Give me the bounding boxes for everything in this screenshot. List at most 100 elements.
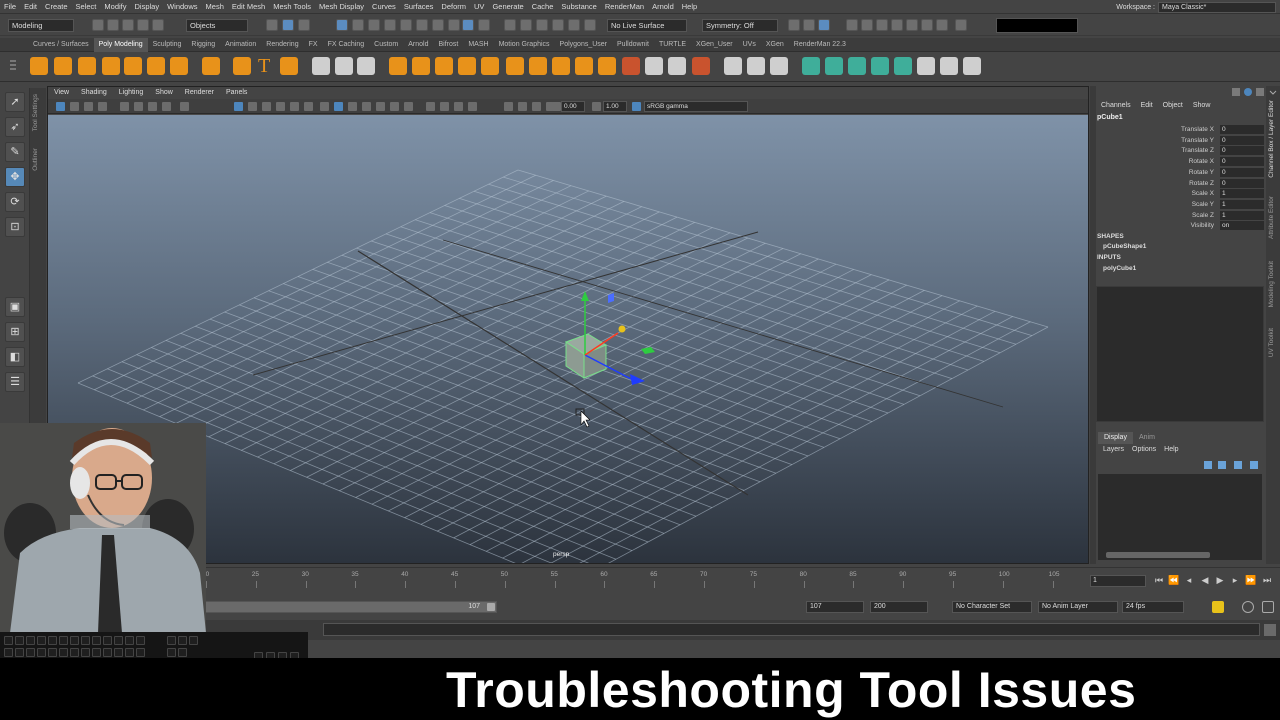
hierarchy-mode-icon[interactable] [266, 19, 278, 31]
animation-preferences-icon[interactable] [1242, 601, 1254, 613]
wireframe-icon[interactable] [320, 102, 329, 111]
shelf-tab-animation[interactable]: Animation [220, 38, 261, 52]
tab-attribute-editor[interactable]: Attribute Editor [1268, 196, 1275, 239]
shelf-tab-motion-graphics[interactable]: Motion Graphics [494, 38, 555, 52]
animation-end-field[interactable]: 200 [870, 601, 928, 613]
shelf-tab-xgen-user[interactable]: XGen_User [691, 38, 738, 52]
component-mode-icon[interactable] [298, 19, 310, 31]
uv-editor-icon[interactable] [894, 57, 912, 75]
menu-uv[interactable]: UV [470, 0, 488, 13]
playblast-icon[interactable] [134, 102, 143, 111]
attribute-row[interactable]: Rotate Y 0 [1096, 167, 1266, 178]
ipr-render-icon[interactable] [876, 19, 888, 31]
insert-edge-loop-icon[interactable] [668, 57, 686, 75]
current-frame-field[interactable]: 1 [1090, 575, 1146, 587]
range-handle[interactable] [487, 603, 495, 611]
panel-menu-show[interactable]: Show [149, 87, 179, 99]
slide-edge-icon[interactable] [770, 57, 788, 75]
shelf-tab-polygons-user[interactable]: Polygons_User [555, 38, 612, 52]
select-camera-icon[interactable] [56, 102, 65, 111]
extrude-icon[interactable] [506, 57, 524, 75]
exposure-icon[interactable] [552, 102, 561, 111]
safe-title-icon[interactable] [304, 102, 313, 111]
attribute-value[interactable]: 0 [1220, 146, 1264, 156]
channel-box-layout-icon[interactable] [1256, 88, 1264, 96]
new-layer-selected-icon[interactable] [1250, 461, 1258, 469]
shelf-tab-pulldownit[interactable]: Pulldownit [612, 38, 654, 52]
menu-create[interactable]: Create [41, 0, 72, 13]
resolution-gate-icon[interactable] [248, 102, 257, 111]
snap-curve-icon[interactable] [520, 19, 532, 31]
gate-mask-icon[interactable] [262, 102, 271, 111]
menu-substance[interactable]: Substance [557, 0, 600, 13]
expand-panel-icon[interactable] [1266, 88, 1280, 98]
color-management-icon[interactable] [632, 102, 641, 111]
attribute-row[interactable]: Rotate X 0 [1096, 157, 1266, 167]
field-chart-icon[interactable] [276, 102, 285, 111]
grease-pencil-icon[interactable] [148, 102, 157, 111]
layer-scrollbar[interactable] [1106, 552, 1210, 558]
menu-arnold[interactable]: Arnold [648, 0, 678, 13]
selection-mode-dropdown[interactable]: Objects [186, 19, 248, 32]
undo-icon[interactable] [137, 19, 149, 31]
tab-tool-settings[interactable]: Tool Settings [32, 94, 39, 131]
shelf-tab-bifrost[interactable]: Bifrost [434, 38, 464, 52]
live-surface-field[interactable]: No Live Surface [607, 19, 687, 32]
input-node[interactable]: polyCube1 [1103, 265, 1136, 272]
mirror-icon[interactable] [357, 57, 375, 75]
single-perspective-layout-icon[interactable]: ▣ [5, 297, 25, 317]
film-gate-icon[interactable] [234, 102, 243, 111]
panel-menu-panels[interactable]: Panels [220, 87, 253, 99]
step-back-frame-icon[interactable]: ◂ [1184, 575, 1194, 585]
xray-icon[interactable] [518, 102, 527, 111]
exposure-field[interactable]: 0.00 [561, 101, 585, 112]
character-set-dropdown[interactable]: No Character Set [952, 601, 1032, 613]
tab-outliner[interactable]: Outliner [32, 148, 39, 171]
attribute-value[interactable]: 0 [1220, 178, 1264, 188]
append-polygon-icon[interactable] [622, 57, 640, 75]
platonic-solid-icon[interactable] [202, 57, 220, 75]
render-settings-window-icon[interactable] [891, 19, 903, 31]
safe-action-icon[interactable] [290, 102, 299, 111]
tab-uv-toolkit[interactable]: UV Toolkit [1268, 328, 1275, 357]
textured-icon[interactable] [376, 102, 385, 111]
poly-plane-icon[interactable] [147, 57, 165, 75]
script-editor-icon[interactable] [1264, 624, 1276, 636]
smooth-shade-icon[interactable] [334, 102, 343, 111]
attribute-row[interactable]: Scale Z 1 [1096, 210, 1266, 221]
channel-menu-object[interactable]: Object [1158, 100, 1188, 112]
new-scene-icon[interactable] [92, 19, 104, 31]
fps-dropdown[interactable]: 24 fps [1122, 601, 1184, 613]
go-to-start-icon[interactable]: ⏮ [1154, 575, 1164, 585]
type-tool-icon[interactable]: T [258, 55, 270, 78]
shelf-tab-curves-surfaces[interactable]: Curves / Surfaces [28, 38, 94, 52]
construction-history-icon[interactable] [803, 19, 815, 31]
uv-cylindrical-icon[interactable] [825, 57, 843, 75]
save-scene-icon[interactable] [122, 19, 134, 31]
snapshot-icon[interactable] [120, 102, 129, 111]
anim-layer-dropdown[interactable]: No Anim Layer [1038, 601, 1118, 613]
shelf-tab-poly-modeling[interactable]: Poly Modeling [93, 38, 148, 52]
user-account-field[interactable] [996, 18, 1078, 33]
smooth-icon[interactable] [389, 57, 407, 75]
boolean-intersection-icon[interactable] [481, 57, 499, 75]
shelf-tab-fx-caching[interactable]: FX Caching [323, 38, 370, 52]
target-weld-icon[interactable] [692, 57, 710, 75]
super-shape-icon[interactable] [233, 57, 251, 75]
snap-grid-icon[interactable] [504, 19, 516, 31]
channel-box-toggle-icon[interactable] [1244, 88, 1252, 96]
motion-blur-icon[interactable] [440, 102, 449, 111]
grid-toggle-icon[interactable] [180, 102, 189, 111]
lasso-tool-icon[interactable]: ➶ [5, 117, 25, 137]
input-output-icon[interactable] [788, 19, 800, 31]
lock-selection-icon[interactable] [462, 19, 474, 31]
shadows-icon[interactable] [404, 102, 413, 111]
attribute-row[interactable]: Visibility on [1096, 221, 1266, 231]
command-input[interactable] [323, 623, 1260, 636]
menu-modify[interactable]: Modify [100, 0, 130, 13]
boolean-union-icon[interactable] [435, 57, 453, 75]
tab-display[interactable]: Display [1098, 432, 1133, 444]
poly-cone-icon[interactable] [102, 57, 120, 75]
menu-deform[interactable]: Deform [437, 0, 470, 13]
menu-mesh-tools[interactable]: Mesh Tools [269, 0, 315, 13]
